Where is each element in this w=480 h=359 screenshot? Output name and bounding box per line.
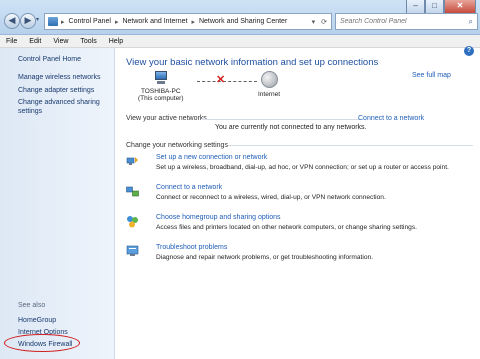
sidebar-item-homegroup[interactable]: HomeGroup xyxy=(18,316,56,325)
sidebar: Control Panel Home Manage wireless netwo… xyxy=(0,48,115,359)
divider xyxy=(228,145,473,146)
task-description: Set up a wireless, broadband, dial-up, a… xyxy=(156,164,449,171)
search-box[interactable]: ⌕ xyxy=(335,13,478,30)
task-homegroup-sharing: Choose homegroup and sharing options Acc… xyxy=(126,214,471,238)
main-content: View your basic network information and … xyxy=(115,48,480,359)
menu-edit[interactable]: Edit xyxy=(23,38,47,45)
window-controls: – □ ✕ xyxy=(406,0,476,14)
sidebar-item-change-advanced-sharing-settings[interactable]: Change advanced sharing settings xyxy=(18,98,104,116)
address-dropdown-icon[interactable]: ▾ xyxy=(312,18,316,26)
connection-line xyxy=(197,81,257,82)
homegroup-icon xyxy=(127,216,138,228)
close-button[interactable]: ✕ xyxy=(444,0,476,14)
menu-view[interactable]: View xyxy=(47,38,74,45)
globe-icon xyxy=(260,71,278,88)
task-connect-network: Connect to a network Connect or reconnec… xyxy=(126,184,471,208)
task-description: Connect or reconnect to a wireless, wire… xyxy=(156,194,386,201)
internet-label: Internet xyxy=(258,91,281,98)
sidebar-item-manage-wireless-networks[interactable]: Manage wireless networks xyxy=(18,73,100,82)
network-connect-icon xyxy=(126,186,139,197)
see-full-map-link[interactable]: See full map xyxy=(412,72,451,79)
refresh-icon[interactable]: ⟳ xyxy=(321,18,327,26)
breadcrumb-control-panel[interactable]: Control Panel xyxy=(69,18,111,25)
computer-icon xyxy=(153,71,169,85)
settings-section-title: Change your networking settings xyxy=(126,142,228,149)
search-input[interactable] xyxy=(336,18,464,25)
window-titlebar: – □ ✕ ◀ ▶ ▾ ▸ Control Panel ▸ Network an… xyxy=(0,0,480,35)
task-troubleshoot: Troubleshoot problems Diagnose and repai… xyxy=(126,244,471,268)
breadcrumb-network-and-internet[interactable]: Network and Internet xyxy=(122,18,187,25)
disconnected-x-icon[interactable]: ✕ xyxy=(216,73,225,86)
new-connection-icon xyxy=(126,157,138,165)
breadcrumb-separator: ▸ xyxy=(61,18,65,26)
forward-button[interactable]: ▶ xyxy=(20,13,36,29)
see-also-heading: See also xyxy=(18,302,46,309)
minimize-button[interactable]: – xyxy=(406,0,425,14)
menu-bar: File Edit View Tools Help xyxy=(0,35,480,48)
troubleshoot-link[interactable]: Troubleshoot problems xyxy=(156,244,227,251)
task-description: Diagnose and repair network problems, or… xyxy=(156,254,373,261)
homegroup-sharing-link[interactable]: Choose homegroup and sharing options xyxy=(156,214,281,221)
help-icon[interactable]: ? xyxy=(464,46,474,56)
task-setup-connection: Set up a new connection or network Set u… xyxy=(126,154,471,178)
connect-network-link[interactable]: Connect to a network xyxy=(156,184,222,191)
not-connected-message: You are currently not connected to any n… xyxy=(215,124,367,131)
back-button[interactable]: ◀ xyxy=(4,13,20,29)
setup-connection-link[interactable]: Set up a new connection or network xyxy=(156,154,267,161)
search-icon[interactable]: ⌕ xyxy=(469,17,473,27)
sidebar-item-control-panel-home[interactable]: Control Panel Home xyxy=(18,55,81,64)
breadcrumb-network-and-sharing-center[interactable]: Network and Sharing Center xyxy=(199,18,287,25)
maximize-button[interactable]: □ xyxy=(425,0,444,14)
recent-pages-dropdown[interactable]: ▾ xyxy=(36,16,39,23)
highlight-annotation xyxy=(4,334,80,352)
menu-tools[interactable]: Tools xyxy=(74,38,102,45)
this-computer-node[interactable]: TOSHIBA-PC (This computer) xyxy=(138,71,184,102)
sidebar-item-change-adapter-settings[interactable]: Change adapter settings xyxy=(18,86,94,95)
connect-to-network-link[interactable]: Connect to a network xyxy=(358,115,424,122)
control-panel-icon xyxy=(48,17,58,26)
internet-node[interactable]: Internet xyxy=(258,71,280,98)
computer-name: TOSHIBA-PC xyxy=(140,88,181,95)
troubleshoot-icon xyxy=(126,245,139,256)
divider xyxy=(202,119,359,120)
page-title: View your basic network information and … xyxy=(126,57,379,68)
breadcrumb-separator[interactable]: ▸ xyxy=(191,18,195,26)
breadcrumb-separator[interactable]: ▸ xyxy=(115,18,119,26)
menu-file[interactable]: File xyxy=(0,38,23,45)
computer-subtitle: (This computer) xyxy=(138,95,184,102)
address-bar[interactable]: ▸ Control Panel ▸ Network and Internet ▸… xyxy=(44,13,332,30)
menu-help[interactable]: Help xyxy=(103,38,129,45)
task-description: Access files and printers located on oth… xyxy=(156,224,417,231)
active-networks-label: View your active networks xyxy=(126,115,207,122)
